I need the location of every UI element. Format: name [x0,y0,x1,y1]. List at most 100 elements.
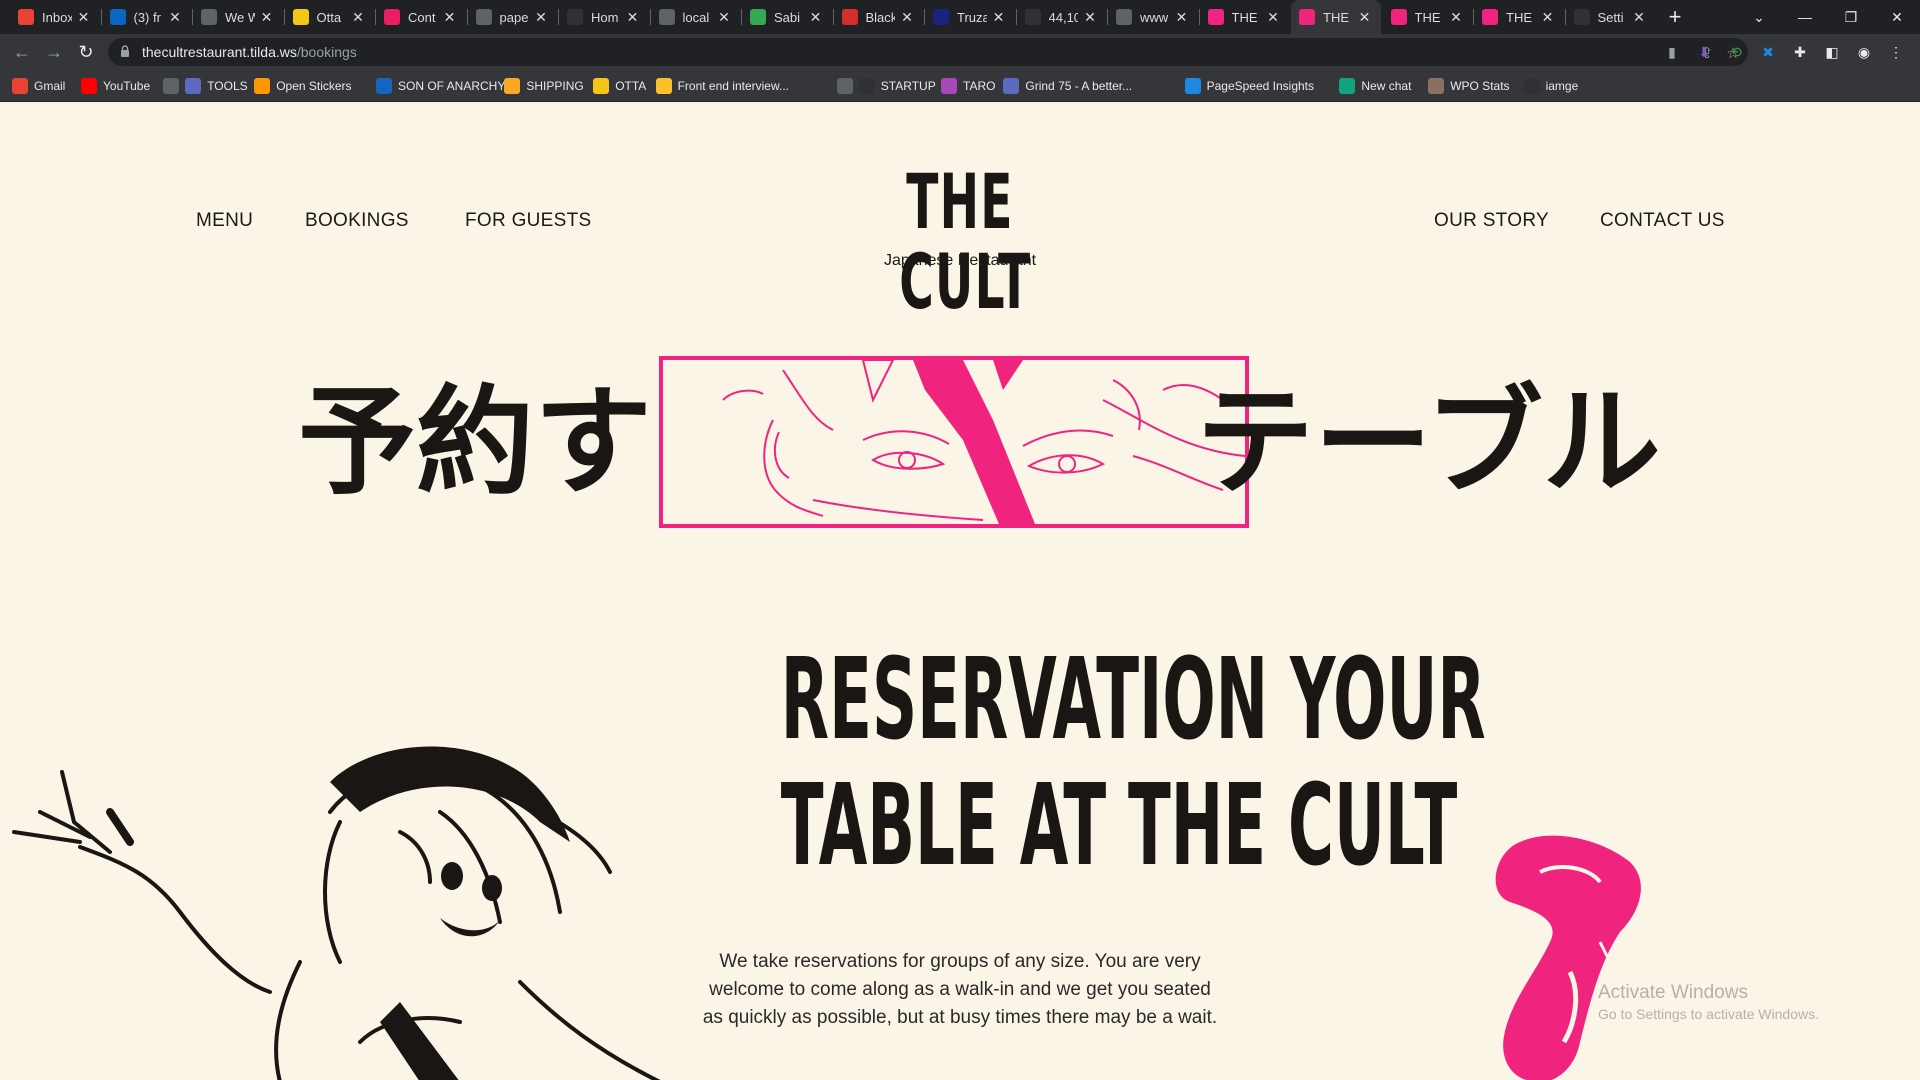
tab-title: local [682,9,710,25]
browser-tab[interactable]: THE (✕ [1474,0,1564,34]
nav-contact-us[interactable]: CONTACT US [1600,210,1725,232]
close-tab-icon[interactable]: ✕ [899,9,915,26]
browser-tab[interactable]: Otta ✕ [285,0,375,34]
reload-icon[interactable]: ↻ [72,38,100,66]
bookmark-item[interactable]: TARO [941,76,995,96]
close-tab-icon[interactable]: ✕ [1082,9,1098,26]
nav-for-guests[interactable]: FOR GUESTS [465,210,592,232]
browser-tab[interactable]: Cont ✕ [376,0,466,34]
browser-tab[interactable]: THE (✕ [1291,0,1381,34]
browser-tab[interactable]: Truza ✕ [925,0,1015,34]
globe-icon [836,78,853,94]
bookmark-item[interactable]: Gmail [12,76,65,96]
stickers-icon [254,78,271,94]
browser-tab[interactable]: www ✕ [1108,0,1198,34]
bookmark-item[interactable]: SHIPPING [504,76,584,96]
new-tab-button[interactable]: + [1660,0,1690,34]
address-bar[interactable]: thecultrestaurant.tilda.ws/bookings ⇪ ☆ [108,38,1748,66]
tab-separator [1198,9,1200,25]
cult-icon [1299,9,1315,25]
cult-icon [1207,9,1224,25]
bookmark-item[interactable]: YouTube [81,76,150,96]
close-tab-icon[interactable]: ✕ [808,9,824,26]
browser-tab[interactable]: pape ✕ [468,0,558,34]
nav-menu[interactable]: MENU [196,210,253,232]
browser-tab[interactable]: local ✕ [651,0,741,34]
taro-icon [941,78,957,94]
bookmark-item[interactable]: PageSpeed Insights [1184,76,1314,96]
close-tab-icon[interactable]: ✕ [1540,9,1556,26]
close-tab-icon[interactable]: ✕ [533,9,549,26]
side-panel-icon[interactable]: ◧ [1822,42,1842,62]
close-tab-icon[interactable]: ✕ [991,9,1007,26]
minimize-icon[interactable]: — [1782,0,1828,34]
browser-tab[interactable]: Setti ✕ [1566,0,1656,34]
nav-bookings[interactable]: BOOKINGS [305,210,409,232]
close-tab-icon[interactable]: ✕ [167,9,183,26]
is-icon [1523,78,1540,94]
bookmark-label: SON OF ANARCHY [398,79,506,93]
browser-tab[interactable]: Black ✕ [834,0,924,34]
close-tab-icon[interactable]: ✕ [1265,9,1281,26]
browser-tab[interactable]: THE (✕ [1200,0,1290,34]
close-tab-icon[interactable]: ✕ [1174,9,1190,26]
browser-tab[interactable]: Hom ✕ [559,0,649,34]
browser-tab[interactable]: We W ✕ [193,0,283,34]
bookmark-item[interactable]: WPO Stats [1428,76,1510,96]
close-tab-icon[interactable]: ✕ [1448,9,1464,26]
back-icon[interactable]: ← [8,38,36,66]
chat-icon [1339,78,1356,94]
bookmark-item[interactable] [163,76,180,96]
profile-avatar-icon[interactable]: ◉ [1854,42,1874,62]
forward-icon[interactable]: → [40,38,68,66]
bookmark-item[interactable]: STARTUP [858,76,936,96]
anime-girl-illustration [12,746,661,1080]
bookmark-item[interactable]: iamge [1523,76,1579,96]
bookmark-item[interactable]: New chat [1339,76,1411,96]
headline-line-2: TABLE AT THE CULT [780,761,1458,891]
browser-tab[interactable]: 44,10 ✕ [1017,0,1107,34]
close-tab-icon[interactable]: ✕ [1357,9,1373,26]
close-tab-icon[interactable]: ✕ [442,9,458,26]
bookmark-item[interactable]: OTTA [593,76,646,96]
tab-separator [924,9,925,25]
close-tab-icon[interactable]: ✕ [76,9,92,26]
close-tab-icon[interactable]: ✕ [625,9,641,26]
nav-our-story[interactable]: OUR STORY [1434,210,1549,232]
bookmark-label: iamge [1545,79,1579,93]
browser-tab[interactable]: Inbox ✕ [10,0,100,34]
activate-windows-watermark: Activate Windows Go to Settings to activ… [1598,982,1819,1022]
bookmark-item[interactable] [836,76,853,96]
wpo-icon [1428,78,1445,94]
browser-tab[interactable]: THE (✕ [1383,0,1473,34]
close-tab-icon[interactable]: ✕ [716,9,732,26]
bookmark-icon [655,78,672,94]
sync-extension-icon[interactable]: ⟲ [1726,42,1746,62]
close-tab-icon[interactable]: ✕ [350,9,366,26]
tools-icon [185,78,202,94]
extension-puzzle-small-icon[interactable]: ▮ [1662,42,1682,62]
tab-separator [466,9,468,25]
bookmark-item[interactable]: TOOLS [185,76,248,96]
tab-search-icon[interactable]: ⌄ [1736,0,1782,34]
close-window-icon[interactable]: ✕ [1874,0,1920,34]
bookmark-item[interactable]: Front end interview... [655,76,789,96]
restore-icon[interactable]: ❐ [1828,0,1874,34]
tab-separator [1015,9,1017,25]
close-tab-icon[interactable]: ✕ [259,9,275,26]
cross-extension-icon[interactable]: ✖ [1758,42,1778,62]
close-tab-icon[interactable]: ✕ [1631,9,1647,26]
bookmark-item[interactable]: Grind 75 - A better... [1003,76,1132,96]
bookmarks-bar: Gmail YouTube TOOLS Open Stickers SON OF ANA… [0,70,1920,102]
browser-tab[interactable]: Sabi ✕ [742,0,832,34]
bookmark-item[interactable]: SON OF ANARCHY [376,76,505,96]
tab-separator [192,9,193,25]
browser-tab[interactable]: (3) fr ✕ [102,0,192,34]
bookmark-item[interactable]: Open Stickers [254,76,352,96]
extensions-icon[interactable]: ✚ [1790,42,1810,62]
logo-title[interactable]: THE CULT [899,162,1030,322]
browser-menu-icon[interactable]: ⋮ [1886,42,1906,62]
download-icon[interactable]: ⬇ [1694,42,1714,62]
lock-icon [121,45,129,57]
bookmark-label: YouTube [103,79,151,93]
